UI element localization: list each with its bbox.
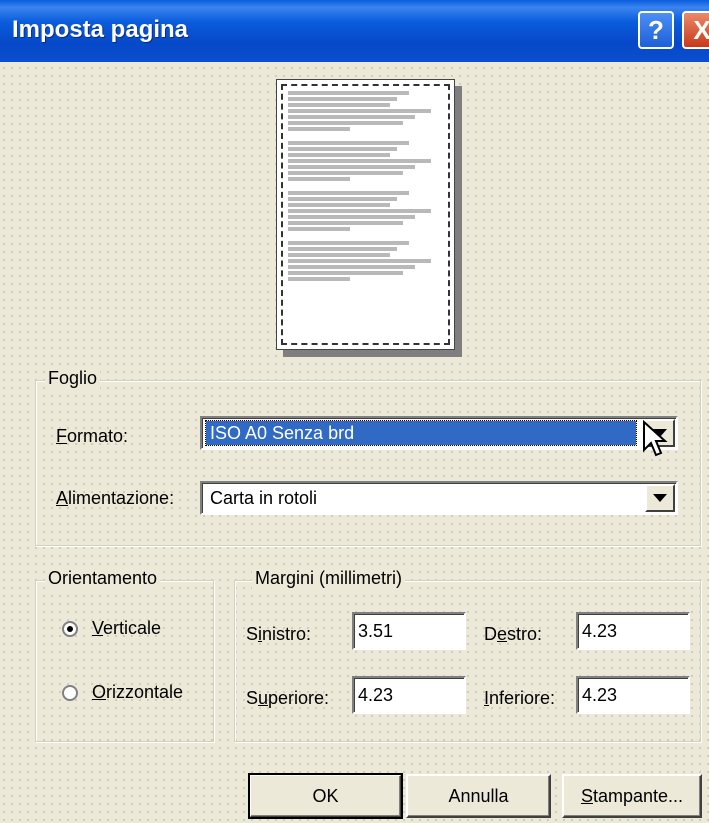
preview-text-line xyxy=(288,147,397,151)
landscape-label[interactable]: Orizzontale xyxy=(92,682,183,703)
preview-text-line xyxy=(288,221,403,225)
printer-button-label: Stampante... xyxy=(580,785,684,806)
portrait-radio[interactable] xyxy=(62,621,78,637)
landscape-radio[interactable] xyxy=(62,685,78,701)
margin-right-field[interactable] xyxy=(576,612,690,650)
preview-paragraph-gap xyxy=(288,283,443,289)
help-button[interactable]: ? xyxy=(638,11,674,49)
preview-text-line xyxy=(288,253,391,257)
preview-text-line xyxy=(288,241,409,245)
preview-text-line xyxy=(288,177,350,181)
margin-bottom-label: Inferiore: xyxy=(484,688,556,708)
preview-text-line xyxy=(288,109,431,113)
preview-text-line xyxy=(288,91,409,95)
source-selected-value: Carta in rotoli xyxy=(210,488,318,508)
preview-text-line xyxy=(288,227,350,231)
preview-text-line xyxy=(288,197,397,201)
ok-button-label: OK xyxy=(312,785,339,806)
margin-right-input[interactable] xyxy=(578,614,688,648)
source-dropdown-button[interactable] xyxy=(645,484,675,512)
preview-text-line xyxy=(288,121,403,125)
margin-top-input[interactable] xyxy=(354,678,464,712)
preview-text-line xyxy=(288,271,403,275)
preview-text-line xyxy=(288,103,391,107)
cancel-button[interactable]: Annulla xyxy=(406,774,551,818)
preview-paragraph-gap xyxy=(288,183,443,189)
preview-text-line xyxy=(288,203,391,207)
preview-text-line xyxy=(288,191,409,195)
source-label: Alimentazione: xyxy=(56,488,175,508)
preview-text-line xyxy=(288,159,431,163)
preview-text-line xyxy=(288,141,409,145)
margin-left-label: Sinistro: xyxy=(246,624,312,644)
preview-text-line xyxy=(288,215,416,219)
title-bar[interactable]: Imposta pagina ? X xyxy=(0,0,709,62)
preview-text-line xyxy=(288,265,416,269)
page-preview xyxy=(276,79,455,350)
printer-button[interactable]: Stampante... xyxy=(562,774,702,818)
preview-text-line xyxy=(288,259,431,263)
preview-text-line xyxy=(288,247,397,251)
close-icon: X xyxy=(693,14,709,45)
help-icon: ? xyxy=(648,14,664,45)
preview-text-line xyxy=(288,127,350,131)
preview-text-line xyxy=(288,277,350,281)
ok-button[interactable]: OK xyxy=(248,773,403,819)
paper-group-label: Foglio xyxy=(45,368,101,389)
cancel-button-label: Annulla xyxy=(448,785,509,806)
source-select[interactable]: Carta in rotoli xyxy=(200,481,678,515)
window-title: Imposta pagina xyxy=(12,16,189,43)
format-label: Formato: xyxy=(56,426,129,446)
preview-text-line xyxy=(288,153,391,157)
preview-text-line xyxy=(288,171,403,175)
margin-right-label: Destro: xyxy=(484,624,543,644)
format-selected-value: ISO A0 Senza brd xyxy=(205,420,637,446)
portrait-label[interactable]: Verticale xyxy=(92,618,161,639)
margin-top-field[interactable] xyxy=(352,676,466,714)
page-preview-margins xyxy=(281,84,450,345)
margin-left-input[interactable] xyxy=(354,614,464,648)
preview-text-line xyxy=(288,115,416,119)
close-button[interactable]: X xyxy=(682,11,709,49)
orientation-group-label: Orientamento xyxy=(45,568,161,589)
margin-bottom-input[interactable] xyxy=(578,678,688,712)
preview-text-line xyxy=(288,209,431,213)
margins-group-label: Margini (millimetri) xyxy=(252,568,405,589)
preview-paragraph-gap xyxy=(288,133,443,139)
chevron-down-icon xyxy=(653,494,667,502)
margin-left-field[interactable] xyxy=(352,612,466,650)
orientation-group xyxy=(35,580,214,742)
margin-top-label: Superiore: xyxy=(246,688,330,708)
margin-bottom-field[interactable] xyxy=(576,676,690,714)
paper-group xyxy=(35,380,701,546)
mouse-cursor-icon xyxy=(643,420,668,457)
preview-text-line xyxy=(288,165,416,169)
format-select[interactable]: ISO A0 Senza brd xyxy=(200,416,678,450)
preview-paragraph-gap xyxy=(288,233,443,239)
preview-text-line xyxy=(288,97,397,101)
margins-group xyxy=(234,580,701,742)
